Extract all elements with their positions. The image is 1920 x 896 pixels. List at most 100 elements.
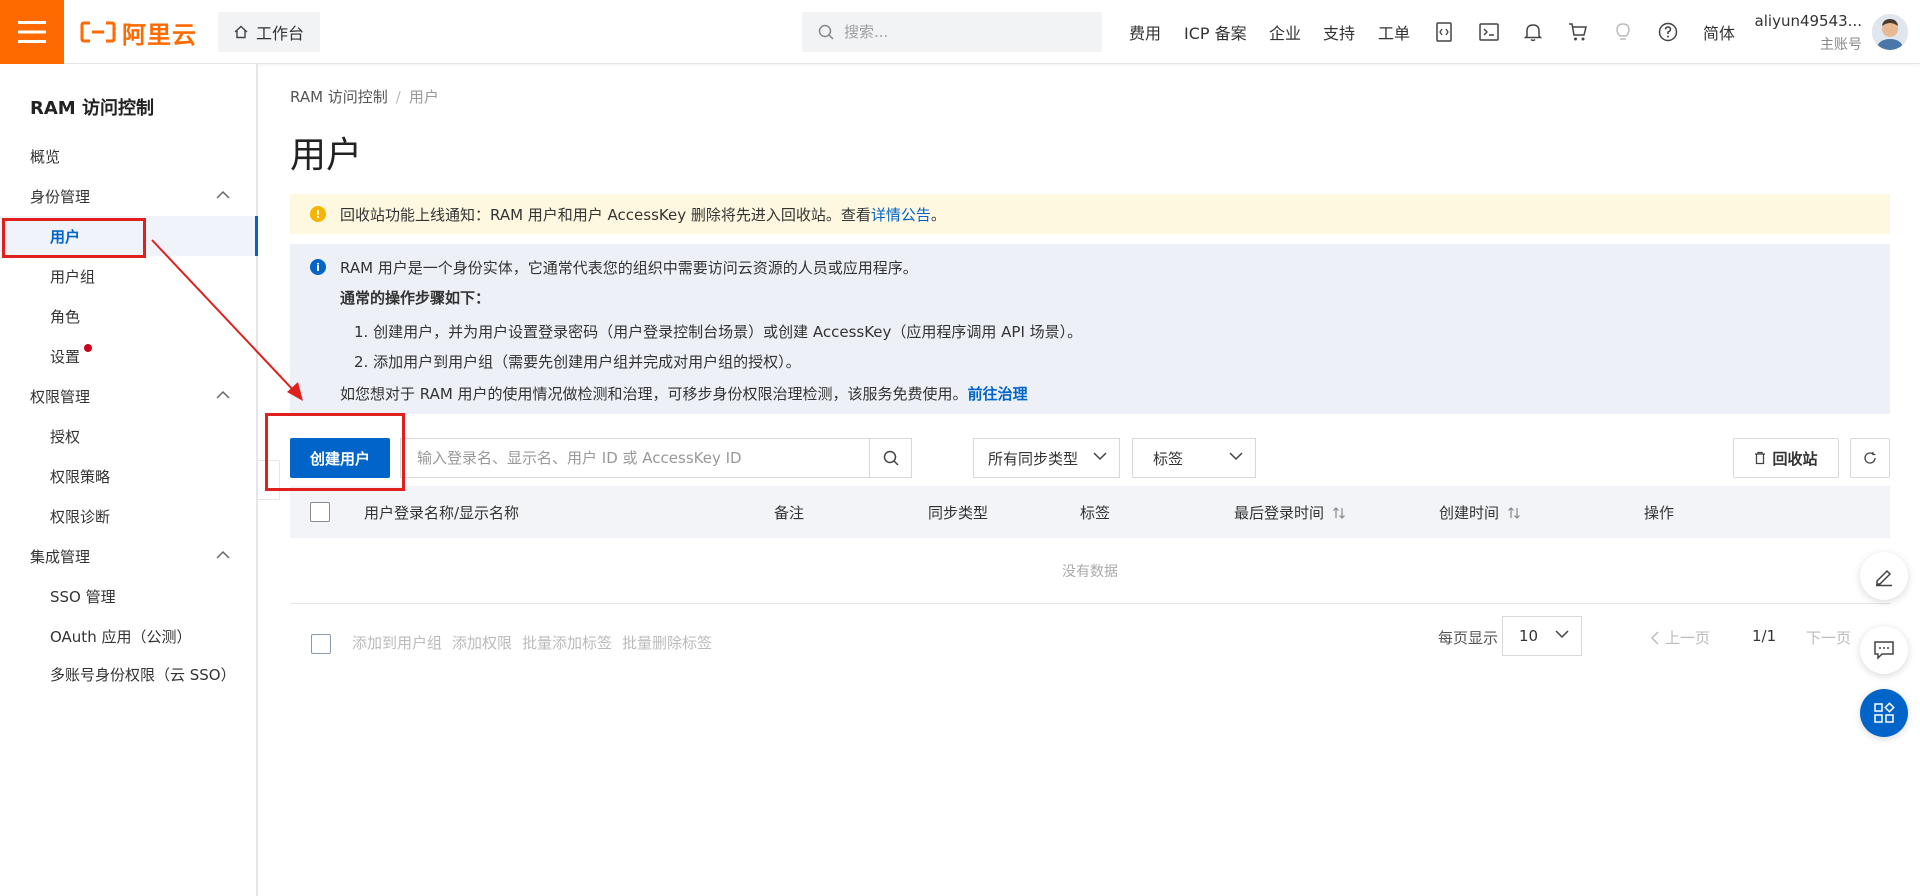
info-governance-text: 如您想对于 RAM 用户的使用情况做检测和治理，可移步身份权限治理检测，该服务免… <box>340 385 968 403</box>
info-step-1: 1. 创建用户，并为用户设置登录密码（用户登录控制台场景）或创建 AccessK… <box>354 323 1083 341</box>
sidebar-item-policies[interactable]: 权限策略 <box>0 456 258 496</box>
sidebar-item-label: 多账号身份权限（云 SSO） <box>50 665 236 684</box>
warning-icon: ! <box>310 206 326 222</box>
account-name: aliyun49543... <box>1754 12 1862 30</box>
language-switch[interactable]: 简体 <box>1703 20 1735 44</box>
chevron-up-icon <box>216 550 230 559</box>
tag-select[interactable]: 标签 <box>1132 438 1256 478</box>
bulk-add-to-group[interactable]: 添加到用户组 <box>352 632 442 653</box>
prev-page-button[interactable]: 上一页 <box>1650 627 1710 648</box>
sidebar-item-oauth[interactable]: OAuth 应用（公测） <box>0 616 258 656</box>
nav-support[interactable]: 支持 <box>1323 20 1355 44</box>
chevron-down-icon <box>1555 630 1569 639</box>
annotation-box-create-user <box>265 413 405 491</box>
sidebar-group-permissions[interactable]: 权限管理 <box>0 376 258 416</box>
page-size-value: 10 <box>1519 627 1539 645</box>
sidebar-item-settings[interactable]: 设置 <box>0 336 258 376</box>
bell-icon[interactable] <box>1521 20 1545 44</box>
info-description: RAM 用户是一个身份实体，它通常代表您的组织中需要访问云资源的人员或应用程序。 <box>340 259 918 277</box>
breadcrumb: RAM 访问控制 / 用户 <box>290 86 439 107</box>
terminal-icon[interactable] <box>1477 20 1501 44</box>
help-icon[interactable] <box>1656 20 1680 44</box>
recycle-notice-link[interactable]: 详情公告 <box>871 204 931 225</box>
nav-fees[interactable]: 费用 <box>1129 20 1161 44</box>
column-label: 创建时间 <box>1439 504 1500 522</box>
column-last-login[interactable]: 最后登录时间 <box>1234 502 1346 523</box>
refresh-button[interactable] <box>1850 438 1890 478</box>
page-indicator: 1/1 <box>1752 627 1777 645</box>
notification-dot <box>84 344 93 352</box>
bulk-add-permission[interactable]: 添加权限 <box>452 632 512 653</box>
chat-icon <box>1874 641 1894 660</box>
bulk-delete-tags[interactable]: 批量删除标签 <box>622 632 712 653</box>
footer-select-checkbox[interactable] <box>311 634 331 654</box>
brand-name: 阿里云 <box>122 20 197 49</box>
sidebar-item-user-groups[interactable]: 用户组 <box>0 256 258 296</box>
recycle-bin-button[interactable]: 回收站 <box>1733 438 1839 478</box>
recycle-bin-label: 回收站 <box>1772 449 1818 468</box>
select-all-checkbox[interactable] <box>310 502 330 522</box>
menu-button[interactable] <box>0 0 64 64</box>
nav-ticket[interactable]: 工单 <box>1378 20 1410 44</box>
lightbulb-icon[interactable] <box>1611 20 1635 44</box>
column-label: 操作 <box>1644 504 1675 522</box>
sidebar-item-label: 用户组 <box>50 267 96 286</box>
workbench-button[interactable]: 工作台 <box>218 12 320 52</box>
chat-float-button[interactable] <box>1860 626 1908 674</box>
sidebar-item-overview[interactable]: 概览 <box>0 136 258 176</box>
account-menu[interactable]: aliyun49543... 主账号 <box>1742 12 1862 54</box>
sidebar-item-authorization[interactable]: 授权 <box>0 416 258 456</box>
tag-select-value: 标签 <box>1153 449 1184 468</box>
sync-type-value: 所有同步类型 <box>988 449 1079 468</box>
cart-icon[interactable] <box>1566 20 1590 44</box>
annotation-box-users <box>2 218 146 258</box>
breadcrumb-root[interactable]: RAM 访问控制 <box>290 88 388 106</box>
sidebar-item-label: OAuth 应用（公测） <box>50 627 192 646</box>
global-search[interactable] <box>802 12 1102 52</box>
aliyun-logo[interactable]: 阿里云 <box>80 16 197 49</box>
edit-icon <box>1876 569 1892 587</box>
governance-link[interactable]: 前往治理 <box>968 385 1028 403</box>
sidebar-item-label: 概览 <box>30 147 61 166</box>
sidebar-item-diagnosis[interactable]: 权限诊断 <box>0 496 258 536</box>
chevron-up-icon <box>216 390 230 399</box>
sort-icon[interactable] <box>1507 506 1521 520</box>
column-created[interactable]: 创建时间 <box>1439 502 1521 523</box>
sidebar-item-roles[interactable]: 角色 <box>0 296 258 336</box>
bulk-add-tags[interactable]: 批量添加标签 <box>522 632 612 653</box>
sidebar-item-label: 授权 <box>50 427 81 446</box>
nav-enterprise[interactable]: 企业 <box>1269 20 1301 44</box>
info-icon: i <box>310 259 326 275</box>
sidebar-item-cloud-sso[interactable]: 多账号身份权限（云 SSO） <box>0 654 258 694</box>
sidebar: RAM 访问控制 概览 身份管理 用户 用户组 角色 设置 权限管理 授权 权限… <box>0 64 258 896</box>
sidebar-item-sso[interactable]: SSO 管理 <box>0 576 258 616</box>
document-code-icon[interactable] <box>1432 20 1456 44</box>
sync-type-select[interactable]: 所有同步类型 <box>973 438 1120 478</box>
column-login-name: 用户登录名称/显示名称 <box>364 502 519 523</box>
page-size-label: 每页显示 <box>1438 629 1499 647</box>
page-title: 用户 <box>290 135 363 176</box>
page-size-select[interactable]: 10 <box>1502 616 1582 656</box>
recycle-notice-text: 回收站功能上线通知：RAM 用户和用户 AccessKey 删除将先进入回收站。… <box>340 205 871 224</box>
sidebar-group-integration[interactable]: 集成管理 <box>0 536 258 576</box>
global-search-input[interactable] <box>844 23 1084 41</box>
user-search-input[interactable] <box>401 439 869 477</box>
column-label: 用户登录名称/显示名称 <box>364 504 520 522</box>
sidebar-item-label: 权限诊断 <box>50 507 111 526</box>
nav-icp[interactable]: ICP 备案 <box>1184 20 1247 44</box>
chevron-up-icon <box>216 190 230 199</box>
bulk-actions: 添加到用户组 添加权限 批量添加标签 批量删除标签 <box>352 632 712 653</box>
sidebar-group-identity[interactable]: 身份管理 <box>0 176 258 216</box>
empty-state: 没有数据 <box>290 538 1890 604</box>
apps-float-button[interactable] <box>1860 689 1908 737</box>
column-tag: 标签 <box>1080 502 1110 523</box>
next-page-button[interactable]: 下一页 <box>1806 627 1851 648</box>
sort-icon[interactable] <box>1332 506 1346 520</box>
avatar[interactable] <box>1872 14 1908 50</box>
user-search-button[interactable] <box>869 439 911 477</box>
edit-float-button[interactable] <box>1860 552 1908 600</box>
chevron-left-icon <box>1650 630 1659 645</box>
sidebar-item-label: 设置 <box>50 347 81 366</box>
sidebar-item-label: 角色 <box>50 307 81 326</box>
column-label: 备注 <box>774 504 805 522</box>
